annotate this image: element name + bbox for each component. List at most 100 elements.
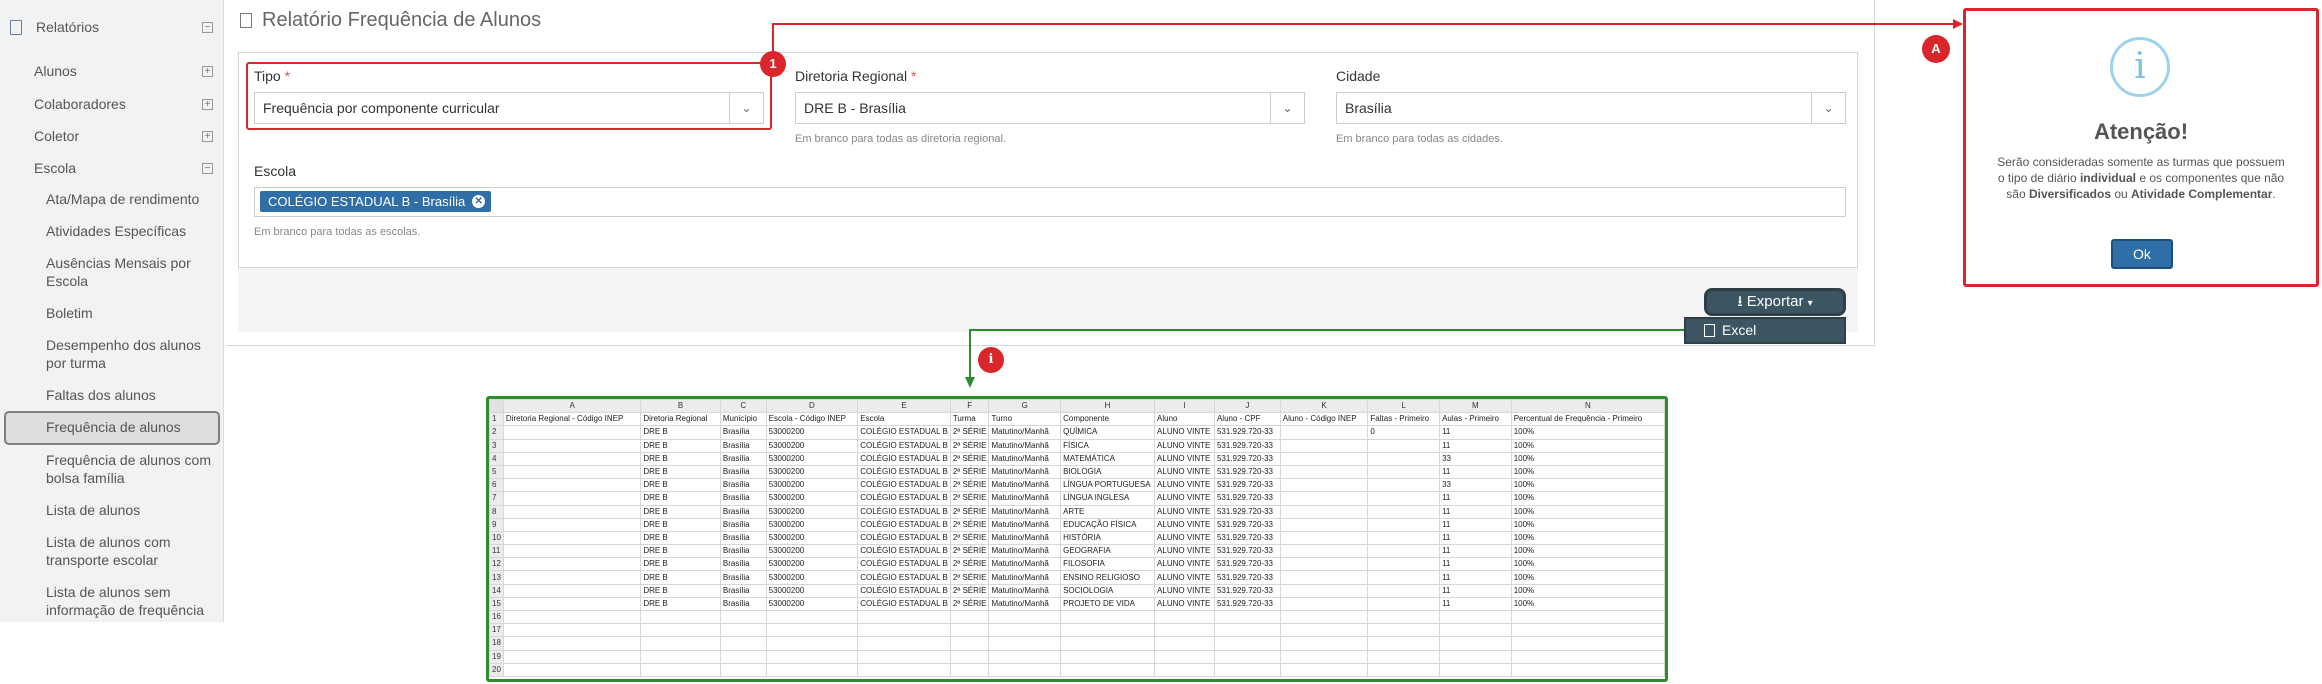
table-cell[interactable] [719, 636, 767, 651]
table-cell[interactable] [1367, 570, 1441, 585]
table-cell[interactable]: 11 [1439, 530, 1512, 546]
table-cell[interactable]: Brasília [719, 583, 767, 598]
table-cell[interactable]: 100% [1510, 451, 1665, 466]
table-cell[interactable] [1367, 464, 1441, 480]
table-cell[interactable]: 11 [1439, 504, 1512, 519]
table-cell[interactable] [1279, 583, 1369, 598]
table-cell[interactable]: Brasília [719, 425, 767, 440]
header-cell[interactable]: Percentual de Frequência - Primeiro [1510, 412, 1665, 427]
table-cell[interactable]: 531.929.720-33 [1213, 557, 1281, 572]
table-cell[interactable]: Brasília [719, 530, 767, 546]
table-cell[interactable]: 100% [1510, 464, 1665, 480]
header-cell[interactable]: Aluno - Código INEP [1279, 412, 1369, 427]
table-cell[interactable] [502, 609, 642, 625]
table-cell[interactable]: 53000200 [765, 583, 859, 598]
table-cell[interactable]: Brasília [719, 517, 767, 532]
table-cell[interactable] [502, 544, 642, 559]
table-cell[interactable]: 53000200 [765, 491, 859, 506]
table-cell[interactable] [502, 530, 642, 546]
table-cell[interactable]: Brasília [719, 438, 767, 453]
row-number[interactable]: 15 [489, 596, 504, 612]
table-cell[interactable]: 53000200 [765, 530, 859, 546]
table-cell[interactable] [1213, 636, 1281, 651]
table-cell[interactable]: ALUNO VINTE [1154, 425, 1215, 440]
select-all-corner[interactable] [489, 399, 504, 414]
table-cell[interactable]: 2ª SÉRIE [949, 504, 990, 519]
table-cell[interactable]: Matutino/Manhã [988, 425, 1062, 440]
table-cell[interactable] [949, 609, 990, 625]
table-cell[interactable] [1367, 557, 1441, 572]
table-cell[interactable]: ALUNO VINTE [1154, 438, 1215, 453]
column-header[interactable]: K [1279, 399, 1369, 414]
table-cell[interactable]: COLÉGIO ESTADUAL B [857, 478, 951, 493]
table-cell[interactable]: GEOGRAFIA [1060, 544, 1156, 559]
table-cell[interactable]: ALUNO VINTE [1154, 451, 1215, 466]
table-cell[interactable] [640, 636, 721, 651]
table-cell[interactable]: 0 [1367, 425, 1441, 440]
table-cell[interactable] [1279, 517, 1369, 532]
table-cell[interactable] [502, 570, 642, 585]
table-cell[interactable]: Matutino/Manhã [988, 583, 1062, 598]
table-cell[interactable] [1279, 530, 1369, 546]
column-header[interactable]: J [1213, 399, 1281, 414]
table-cell[interactable] [1279, 570, 1369, 585]
table-cell[interactable]: COLÉGIO ESTADUAL B [857, 425, 951, 440]
table-cell[interactable] [640, 623, 721, 638]
table-cell[interactable] [719, 609, 767, 625]
table-cell[interactable] [949, 623, 990, 638]
table-cell[interactable]: 53000200 [765, 570, 859, 585]
table-cell[interactable]: DRE B [640, 478, 721, 493]
table-cell[interactable]: 53000200 [765, 464, 859, 480]
table-cell[interactable] [1279, 425, 1369, 440]
header-cell[interactable]: Aluno - CPF [1213, 412, 1281, 427]
table-cell[interactable]: DRE B [640, 425, 721, 440]
header-cell[interactable]: Escola - Código INEP [765, 412, 859, 427]
header-cell[interactable]: Turma [949, 412, 990, 427]
table-cell[interactable]: Matutino/Manhã [988, 478, 1062, 493]
table-cell[interactable]: 531.929.720-33 [1213, 583, 1281, 598]
table-cell[interactable]: COLÉGIO ESTADUAL B [857, 583, 951, 598]
row-number[interactable]: 2 [489, 425, 504, 440]
table-cell[interactable]: Matutino/Manhã [988, 504, 1062, 519]
table-cell[interactable]: 531.929.720-33 [1213, 425, 1281, 440]
table-cell[interactable]: LÍNGUA PORTUGUESA [1060, 478, 1156, 493]
table-cell[interactable] [1367, 544, 1441, 559]
table-cell[interactable] [1439, 662, 1512, 677]
table-cell[interactable]: 2ª SÉRIE [949, 557, 990, 572]
column-header[interactable]: N [1510, 399, 1665, 414]
table-cell[interactable]: Matutino/Manhã [988, 464, 1062, 480]
table-cell[interactable] [765, 623, 859, 638]
table-cell[interactable]: 2ª SÉRIE [949, 530, 990, 546]
column-header[interactable]: F [949, 399, 990, 414]
table-cell[interactable] [1367, 438, 1441, 453]
table-cell[interactable]: COLÉGIO ESTADUAL B [857, 491, 951, 506]
table-cell[interactable]: 100% [1510, 557, 1665, 572]
table-cell[interactable]: 11 [1439, 425, 1512, 440]
table-cell[interactable]: Brasília [719, 478, 767, 493]
column-header[interactable]: B [640, 399, 721, 414]
row-number[interactable]: 8 [489, 504, 504, 519]
table-cell[interactable]: 100% [1510, 425, 1665, 440]
table-cell[interactable] [719, 649, 767, 664]
table-cell[interactable] [988, 649, 1062, 664]
table-cell[interactable]: Brasília [719, 464, 767, 480]
table-cell[interactable]: Matutino/Manhã [988, 491, 1062, 506]
table-cell[interactable] [1213, 662, 1281, 677]
table-cell[interactable] [502, 438, 642, 453]
row-number[interactable]: 17 [489, 623, 504, 638]
table-cell[interactable]: 2ª SÉRIE [949, 491, 990, 506]
ok-button[interactable]: Ok [2111, 239, 2173, 269]
table-cell[interactable]: COLÉGIO ESTADUAL B [857, 464, 951, 480]
table-cell[interactable] [1279, 438, 1369, 453]
table-cell[interactable]: 53000200 [765, 451, 859, 466]
table-cell[interactable] [1279, 557, 1369, 572]
table-cell[interactable] [1510, 636, 1665, 651]
table-cell[interactable]: QUÍMICA [1060, 425, 1156, 440]
table-cell[interactable] [949, 636, 990, 651]
column-header[interactable]: L [1367, 399, 1441, 414]
table-cell[interactable]: 2ª SÉRIE [949, 478, 990, 493]
table-cell[interactable] [857, 662, 951, 677]
table-cell[interactable]: DRE B [640, 451, 721, 466]
header-cell[interactable]: Faltas - Primeiro [1367, 412, 1441, 427]
row-number[interactable]: 7 [489, 491, 504, 506]
